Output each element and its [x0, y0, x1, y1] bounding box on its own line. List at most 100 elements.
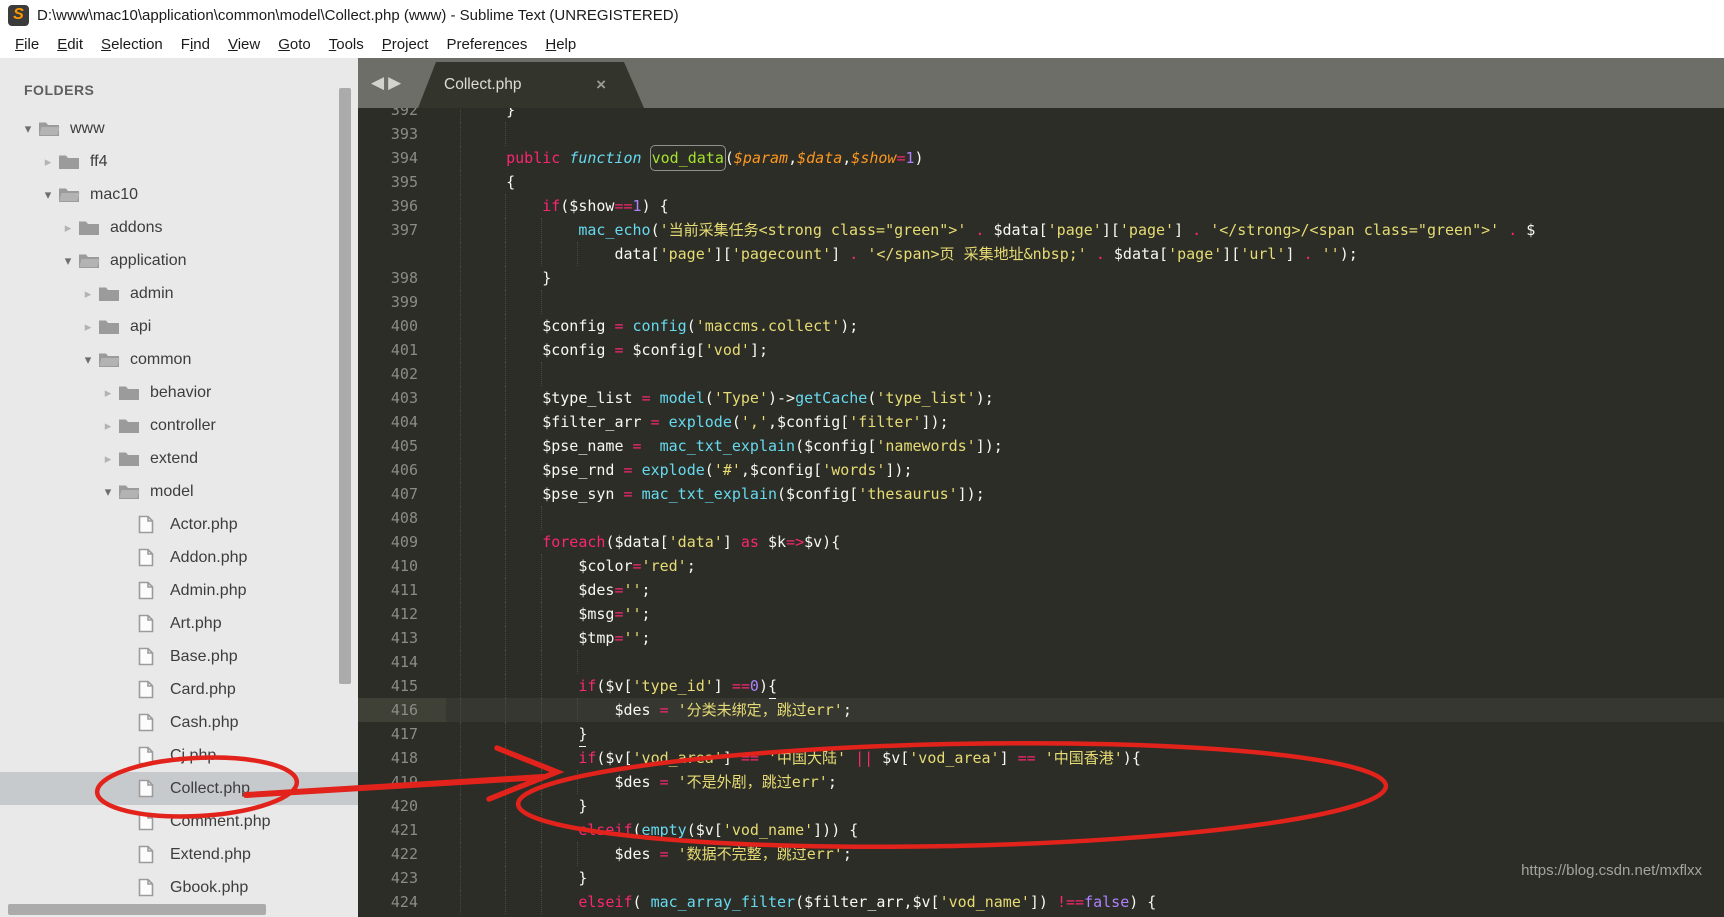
- tree-file-admin-php[interactable]: Admin.php: [0, 574, 358, 607]
- tree-folder-mac10[interactable]: ▾ mac10: [0, 178, 358, 211]
- code-line-397[interactable]: 397 mac_echo('当前采集任务<strong class="green"…: [358, 218, 1724, 242]
- tree-file-actor-php[interactable]: Actor.php: [0, 508, 358, 541]
- chevron-right-icon[interactable]: ▸: [58, 220, 78, 236]
- code-line-411[interactable]: 411 $des = '';: [358, 578, 1724, 602]
- chevron-down-icon[interactable]: ▾: [18, 121, 38, 137]
- tree-folder-controller[interactable]: ▸ controller: [0, 409, 358, 442]
- menu-file[interactable]: File: [6, 34, 48, 55]
- menu-selection[interactable]: Selection: [92, 34, 172, 55]
- menu-help[interactable]: Help: [536, 34, 585, 55]
- tree-item-label: extend: [150, 449, 199, 467]
- code-line-424[interactable]: 424 elseif( mac_array_filter ($filter_arr,…: [358, 890, 1724, 914]
- code-line-422[interactable]: 422 $des = '数据不完整，跳过err';: [358, 842, 1724, 866]
- code-text: {: [460, 170, 1724, 194]
- code-line-404[interactable]: 404 $filter_arr = explode(',' ,$config['fi…: [358, 410, 1724, 434]
- tree-item-label: behavior: [150, 383, 212, 401]
- tree-file-cj-php[interactable]: Cj.php: [0, 739, 358, 772]
- code-line-407[interactable]: 407 $pse_syn = mac_txt_explain ($config['t…: [358, 482, 1724, 506]
- code-line-394[interactable]: 394 public function vod_data($param, $data…: [358, 146, 1724, 170]
- menu-view[interactable]: View: [219, 34, 269, 55]
- tree-folder-api[interactable]: ▸ api: [0, 310, 358, 343]
- chevron-right-icon[interactable]: ▸: [78, 319, 98, 335]
- code-line-416[interactable]: 416 $des = '分类未绑定，跳过err';: [358, 698, 1724, 722]
- chevron-right-icon[interactable]: ▸: [78, 286, 98, 302]
- sidebar-horizontal-scrollbar[interactable]: [8, 904, 266, 915]
- tree-folder-common[interactable]: ▾ common: [0, 343, 358, 376]
- chevron-down-icon[interactable]: ▾: [58, 253, 78, 269]
- chevron-right-icon[interactable]: ▸: [98, 418, 118, 434]
- tree-folder-application[interactable]: ▾ application: [0, 244, 358, 277]
- menu-edit[interactable]: Edit: [48, 34, 92, 55]
- editor-pane[interactable]: ◀ ▶ Collect.php × 392} 393 394 public funct…: [358, 58, 1724, 917]
- chevron-down-icon[interactable]: ▾: [78, 352, 98, 368]
- folder-icon: [98, 318, 124, 335]
- code-line-401[interactable]: 401 $config = $config['vod'];: [358, 338, 1724, 362]
- tab-close-icon[interactable]: ×: [596, 75, 606, 95]
- folder-open-icon: [98, 351, 124, 368]
- code-line-398[interactable]: 398}: [358, 266, 1724, 290]
- code-line-402[interactable]: 402: [358, 362, 1724, 386]
- code-line-413[interactable]: 413 $tmp = '';: [358, 626, 1724, 650]
- menu-project[interactable]: Project: [373, 34, 438, 55]
- code-line-393[interactable]: 393: [358, 122, 1724, 146]
- code-line-418[interactable]: 418 if ($v['vod_area'] == '中国大陆' || $v['vo…: [358, 746, 1724, 770]
- code-line-412[interactable]: 412 $msg = '';: [358, 602, 1724, 626]
- code-line-403[interactable]: 403 $type_list = model('Type')-> getCache(…: [358, 386, 1724, 410]
- chevron-right-icon[interactable]: ▸: [98, 385, 118, 401]
- code-line-409[interactable]: 409 foreach ($data['data'] as $k => $v){: [358, 530, 1724, 554]
- file-icon: [138, 878, 164, 897]
- chevron-right-icon[interactable]: ▸: [98, 451, 118, 467]
- code-line-396[interactable]: 396 if ($show == 1) {: [358, 194, 1724, 218]
- code-line-415[interactable]: 415 if ($v['type_id'] == 0){: [358, 674, 1724, 698]
- code-area[interactable]: 392} 393 394 public function vod_data($para…: [358, 98, 1724, 914]
- nav-forward-icon[interactable]: ▶: [388, 73, 401, 93]
- tree-folder-addons[interactable]: ▸ addons: [0, 211, 358, 244]
- folder-open-icon: [58, 186, 84, 203]
- code-line-414[interactable]: 414: [358, 650, 1724, 674]
- code-line-408[interactable]: 408: [358, 506, 1724, 530]
- tree-folder-model[interactable]: ▾ model: [0, 475, 358, 508]
- menu-preferences[interactable]: Preferences: [437, 34, 536, 55]
- chevron-right-icon[interactable]: ▸: [38, 154, 58, 170]
- code-line-423[interactable]: 423}: [358, 866, 1724, 890]
- tree-folder-ff4[interactable]: ▸ ff4: [0, 145, 358, 178]
- sidebar-vertical-scrollbar[interactable]: [339, 88, 351, 684]
- line-number: 411: [390, 581, 418, 599]
- menu-find[interactable]: Find: [172, 34, 219, 55]
- code-line-410[interactable]: 410 $color ='red';: [358, 554, 1724, 578]
- code-text: mac_echo('当前采集任务<strong class="green">' …: [460, 218, 1724, 242]
- tree-folder-behavior[interactable]: ▸ behavior: [0, 376, 358, 409]
- code-line-400[interactable]: 400 $config = config('maccms.collect');: [358, 314, 1724, 338]
- tree-file-gbook-php[interactable]: Gbook.php: [0, 871, 358, 904]
- tree-file-cash-php[interactable]: Cash.php: [0, 706, 358, 739]
- tree-folder-extend[interactable]: ▸ extend: [0, 442, 358, 475]
- code-line-420[interactable]: 420}: [358, 794, 1724, 818]
- tab-collect-php[interactable]: Collect.php ×: [418, 62, 644, 108]
- code-line-399[interactable]: 399: [358, 290, 1724, 314]
- tree-file-collect-php[interactable]: Collect.php: [0, 772, 358, 805]
- tree-folder-admin[interactable]: ▸ admin: [0, 277, 358, 310]
- main-split: FOLDERS ▾ www ▸ ff4 ▾ mac10 ▸ addons ▾ appli…: [0, 58, 1724, 917]
- line-number: 402: [390, 365, 418, 383]
- menu-tools[interactable]: Tools: [320, 34, 373, 55]
- tree-file-addon-php[interactable]: Addon.php: [0, 541, 358, 574]
- chevron-down-icon[interactable]: ▾: [98, 484, 118, 500]
- tree-file-card-php[interactable]: Card.php: [0, 673, 358, 706]
- line-number: 416: [358, 698, 446, 722]
- tree-file-art-php[interactable]: Art.php: [0, 607, 358, 640]
- folder-icon: [118, 450, 144, 467]
- tree-file-extend-php[interactable]: Extend.php: [0, 838, 358, 871]
- code-line-405[interactable]: 405 $pse_name = mac_txt_explain ($config['…: [358, 434, 1724, 458]
- code-line-wrap[interactable]: data['page']['pagecount'] . '</span>页 采集…: [358, 242, 1724, 266]
- code-line-419[interactable]: 419 $des = '不是外剧，跳过err';: [358, 770, 1724, 794]
- tree-file-base-php[interactable]: Base.php: [0, 640, 358, 673]
- chevron-down-icon[interactable]: ▾: [38, 187, 58, 203]
- tree-folder-www[interactable]: ▾ www: [0, 112, 358, 145]
- code-line-395[interactable]: 395 {: [358, 170, 1724, 194]
- code-line-406[interactable]: 406 $pse_rnd = explode('#' ,$config['words…: [358, 458, 1724, 482]
- code-line-417[interactable]: 417}: [358, 722, 1724, 746]
- menu-goto[interactable]: Goto: [269, 34, 320, 55]
- code-line-421[interactable]: 421 elseif(empty ($v['vod_name'])) {: [358, 818, 1724, 842]
- tree-file-comment-php[interactable]: Comment.php: [0, 805, 358, 838]
- nav-back-icon[interactable]: ◀: [371, 73, 384, 93]
